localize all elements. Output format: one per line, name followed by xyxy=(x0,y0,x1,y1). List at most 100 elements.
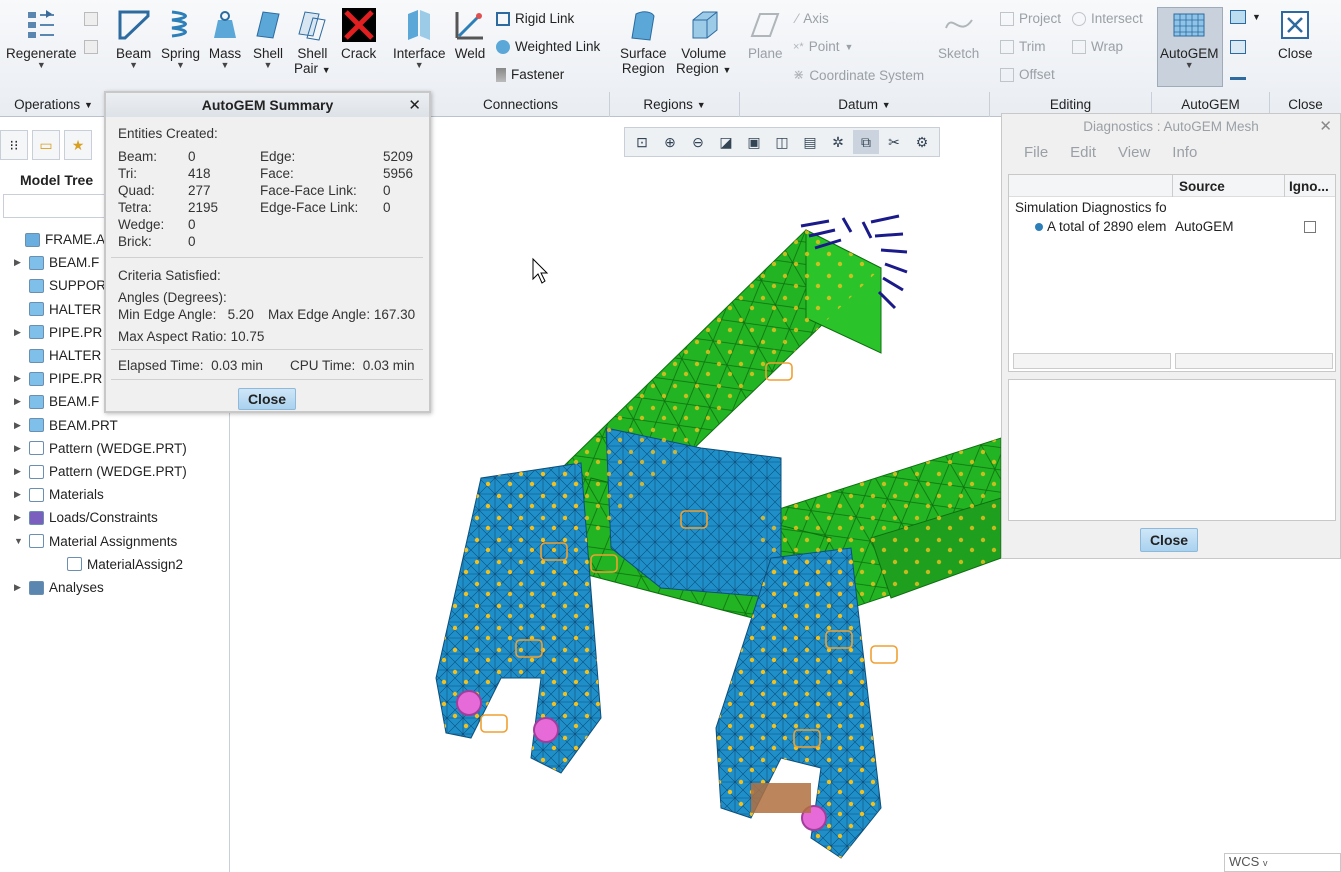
rigid-link-button[interactable]: Rigid Link xyxy=(496,11,574,26)
tree-item[interactable]: ▶ Analyses xyxy=(14,580,104,595)
tree-item[interactable]: HALTER xyxy=(14,302,101,317)
group-connections: Connections xyxy=(432,92,610,117)
expand-down-icon[interactable]: ▼ xyxy=(14,536,24,546)
horizontal-scrollbar[interactable] xyxy=(1013,353,1171,369)
diagnostics-root-row[interactable]: Simulation Diagnostics fo xyxy=(1015,200,1167,215)
tree-item[interactable]: HALTER xyxy=(14,348,101,363)
coordinate-system-button[interactable]: ⋇ Coordinate System xyxy=(793,67,924,83)
tree-item[interactable]: ▶ PIPE.PR xyxy=(14,371,102,386)
expand-right-icon[interactable]: ▶ xyxy=(14,257,24,268)
close-icon[interactable]: ✕ xyxy=(408,96,421,114)
copy-icon[interactable] xyxy=(84,12,98,26)
elapsed-time: Elapsed Time: 0.03 min xyxy=(118,358,263,373)
tree-item-label: PIPE.PR xyxy=(49,324,103,340)
tree-item[interactable]: ▶ Loads/Constraints xyxy=(14,510,158,525)
tree-item[interactable]: ▶ Pattern (WEDGE.PRT) xyxy=(14,441,187,456)
favorites-tab[interactable]: ★ xyxy=(64,130,92,160)
entity-count-value: 277 xyxy=(188,183,211,198)
expand-right-icon[interactable]: ▶ xyxy=(14,420,24,431)
close-ribbon-button[interactable]: Close xyxy=(1278,8,1313,61)
expand-right-icon[interactable]: ▶ xyxy=(14,396,24,407)
wrap-button[interactable]: Wrap xyxy=(1072,39,1123,54)
expand-right-icon[interactable]: ▶ xyxy=(14,327,24,338)
tree-item[interactable]: ▶ Pattern (WEDGE.PRT) xyxy=(14,464,187,479)
chevron-down-icon: ▼ xyxy=(1184,60,1194,70)
coordinate-system-label: Coordinate System xyxy=(809,67,925,83)
summary-close-button[interactable]: Close xyxy=(238,388,296,410)
ignore-checkbox[interactable] xyxy=(1304,221,1316,233)
group-operations[interactable]: Operations ▼ xyxy=(0,92,108,117)
horizontal-scrollbar[interactable] xyxy=(1175,353,1333,369)
expand-right-icon[interactable]: ▶ xyxy=(14,582,24,593)
part-icon xyxy=(29,348,44,363)
expand-right-icon[interactable]: ▶ xyxy=(14,512,24,523)
volume-region-button[interactable]: Volume Region ▼ xyxy=(676,8,731,78)
close-icon[interactable]: ✕ xyxy=(1319,117,1332,135)
wrap-icon xyxy=(1072,39,1086,54)
axis-button[interactable]: ⁄ Axis xyxy=(796,11,829,26)
intersect-icon xyxy=(1072,11,1086,26)
mesh-options-icon[interactable] xyxy=(1230,10,1246,24)
beam-label: Beam xyxy=(116,46,152,61)
intersect-button[interactable]: Intersect xyxy=(1072,11,1143,26)
expand-right-icon[interactable]: ▶ xyxy=(14,443,24,454)
pattern-icon xyxy=(29,441,44,456)
offset-button[interactable]: Offset xyxy=(1000,67,1055,82)
diagnostics-close-button[interactable]: Close xyxy=(1140,528,1198,552)
trim-icon xyxy=(1000,39,1014,54)
surface-region-button[interactable]: Surface Region xyxy=(620,8,667,77)
spring-button[interactable]: Spring ▼ xyxy=(161,8,200,70)
menu-info[interactable]: Info xyxy=(1172,144,1197,161)
mass-button[interactable]: Mass ▼ xyxy=(208,8,242,70)
group-datum[interactable]: Datum ▼ xyxy=(740,92,990,117)
folder-browser-tab[interactable]: ▭ xyxy=(32,130,60,160)
plane-button[interactable]: Plane xyxy=(748,8,783,61)
menu-file[interactable]: File xyxy=(1024,144,1048,161)
diagnostics-message-row[interactable]: A total of 2890 elem xyxy=(1035,219,1173,234)
fastener-button[interactable]: Fastener xyxy=(496,67,564,82)
tree-item-label: Pattern (WEDGE.PRT) xyxy=(49,464,187,479)
tree-item[interactable]: MaterialAssign2 xyxy=(52,557,183,572)
tree-item[interactable]: ▶ BEAM.PRT xyxy=(14,418,118,433)
tree-item[interactable]: ▶ PIPE.PR xyxy=(14,325,102,340)
mesh-review-icon[interactable] xyxy=(1230,40,1246,54)
beam-button[interactable]: Beam ▼ xyxy=(116,8,152,70)
menu-view[interactable]: View xyxy=(1118,144,1150,161)
tree-item[interactable]: ▶ BEAM.F xyxy=(14,394,99,409)
shell-pair-button[interactable]: Shell Pair ▼ xyxy=(294,8,331,78)
group-regions[interactable]: Regions ▼ xyxy=(610,92,740,117)
close-label: Close xyxy=(1278,46,1313,61)
rigid-link-icon xyxy=(496,11,510,26)
tree-item-label: SUPPOR xyxy=(49,278,107,294)
tree-item[interactable]: ▶ Materials xyxy=(14,487,104,502)
mesh-delete-icon[interactable] xyxy=(1230,68,1246,80)
analyses-icon xyxy=(29,580,44,595)
chevron-down-icon: ▼ xyxy=(83,99,93,110)
expand-right-icon[interactable]: ▶ xyxy=(14,489,24,500)
regenerate-button[interactable]: Regenerate ▼ xyxy=(6,8,77,70)
tree-item[interactable]: ▶ BEAM.F xyxy=(14,255,99,270)
paste-icon[interactable] xyxy=(84,40,98,54)
column-ignore[interactable]: Igno... xyxy=(1289,179,1329,194)
tree-item[interactable]: ▼ Material Assignments xyxy=(14,534,177,549)
tree-item[interactable]: SUPPOR xyxy=(14,278,106,293)
expand-right-icon[interactable]: ▶ xyxy=(14,466,24,477)
interface-button[interactable]: Interface ▼ xyxy=(393,8,446,70)
shell-button[interactable]: Shell ▼ xyxy=(251,8,285,70)
entity-count-value: 5209 xyxy=(383,149,414,164)
menu-edit[interactable]: Edit xyxy=(1070,144,1096,161)
tree-item[interactable]: FRAME.ASI xyxy=(10,232,118,247)
surface-region-icon xyxy=(626,8,660,42)
crack-button[interactable]: Crack xyxy=(341,8,376,61)
expand-right-icon[interactable]: ▶ xyxy=(14,373,24,384)
project-button[interactable]: Project xyxy=(1000,11,1061,26)
materials-icon xyxy=(29,487,44,502)
sketch-button[interactable]: Sketch xyxy=(938,8,979,61)
point-button[interactable]: ×* Point ▼ xyxy=(793,39,853,54)
column-source[interactable]: Source xyxy=(1179,179,1225,194)
model-tree-tab[interactable]: ⁝⁝ xyxy=(0,130,28,160)
trim-button[interactable]: Trim xyxy=(1000,39,1046,54)
weld-button[interactable]: Weld xyxy=(453,8,487,61)
autogem-button[interactable]: AutoGEM ▼ xyxy=(1160,8,1219,70)
weighted-link-button[interactable]: Weighted Link xyxy=(496,39,600,54)
